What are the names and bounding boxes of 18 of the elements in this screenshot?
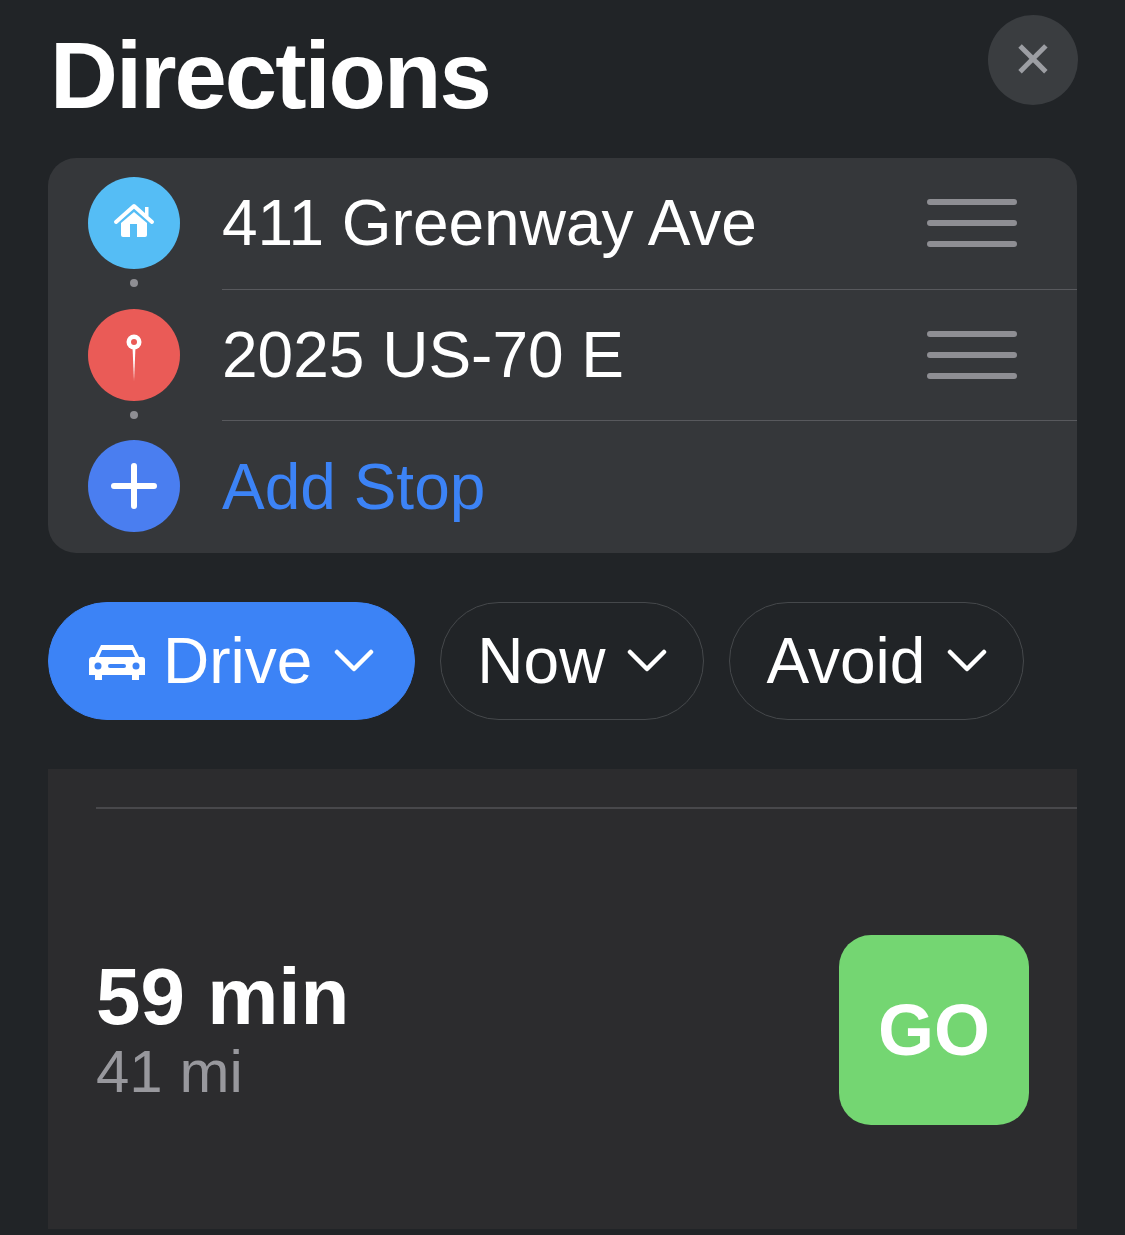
home-icon bbox=[88, 177, 180, 269]
add-icon[interactable] bbox=[88, 440, 180, 533]
chevron-down-icon bbox=[627, 649, 668, 673]
chevron-down-icon bbox=[947, 649, 988, 673]
drag-handle-icon[interactable] bbox=[927, 198, 1017, 249]
drag-handle-icon[interactable] bbox=[927, 330, 1017, 380]
route-distance: 41 mi bbox=[96, 1038, 244, 1105]
connector-dot bbox=[130, 410, 138, 419]
stop-address: 2025 US-70 E bbox=[222, 319, 625, 391]
stop-address: 411 Greenway Ave bbox=[222, 188, 757, 259]
page-title: Directions bbox=[50, 29, 490, 123]
option-chip[interactable]: Drive bbox=[48, 602, 416, 720]
route-duration: 59 min bbox=[96, 954, 350, 1039]
close-button[interactable]: ✕ bbox=[988, 15, 1078, 105]
pin-icon bbox=[88, 308, 180, 401]
chevron-down-icon bbox=[334, 649, 375, 673]
add-stop-link[interactable]: Add Stop bbox=[222, 452, 486, 523]
connector-dot bbox=[130, 279, 138, 287]
